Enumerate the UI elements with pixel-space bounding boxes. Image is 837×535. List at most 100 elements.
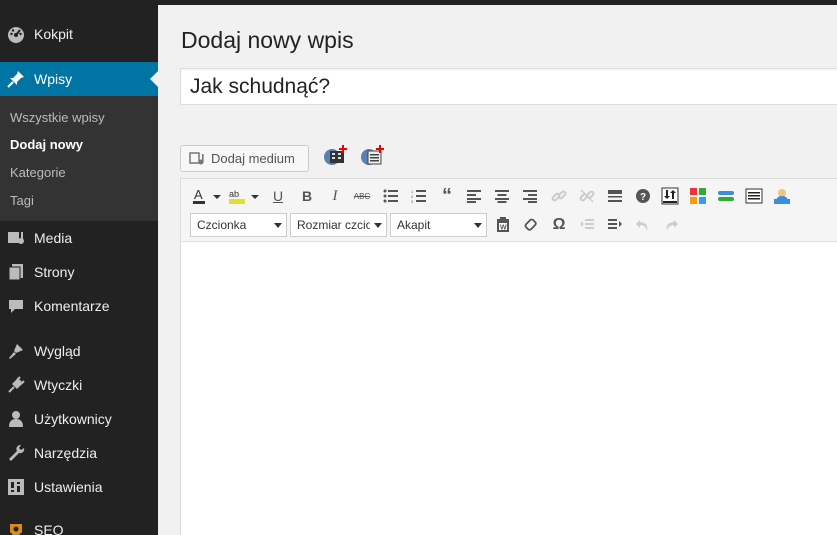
blockquote-icon: “: [442, 185, 452, 207]
highlight-icon: ab: [229, 189, 259, 204]
menu-item-posts[interactable]: Wpisy: [0, 62, 158, 96]
blockquote-button[interactable]: “: [437, 186, 457, 206]
menu-item-settings[interactable]: Ustawienia: [0, 470, 158, 504]
indent-button[interactable]: [605, 215, 625, 235]
post-editor: A ab U B I ABC 123 “ ? Czcionka Rozmiar …: [180, 178, 837, 535]
menu-label: Media: [34, 230, 73, 246]
menu-label: Kokpit: [34, 26, 73, 42]
bullet-list-button[interactable]: [381, 186, 401, 206]
appearance-icon: [7, 342, 25, 360]
svg-text:3: 3: [411, 199, 414, 203]
editor-content-area[interactable]: [181, 242, 837, 535]
text-color-button[interactable]: A: [191, 186, 223, 206]
playlist-icon: [359, 145, 385, 171]
align-left-icon: [467, 190, 481, 203]
chevron-down-icon: [274, 223, 282, 228]
add-media-button[interactable]: Dodaj medium: [180, 145, 309, 172]
clear-formatting-button[interactable]: [521, 215, 541, 235]
menu-label: Narzędzia: [34, 445, 98, 461]
menu-label: Wtyczki: [34, 377, 83, 393]
insert-link-button[interactable]: [549, 186, 569, 206]
font-family-select[interactable]: Czcionka: [190, 213, 287, 237]
read-more-button[interactable]: [605, 186, 625, 206]
menu-item-pages[interactable]: Strony: [0, 255, 158, 289]
paste-word-button[interactable]: W: [493, 215, 513, 235]
posts-submenu: Wszystkie wpisy Dodaj nowy Kategorie Tag…: [0, 96, 158, 221]
media-icon: [7, 229, 25, 247]
chevron-down-icon: [374, 223, 382, 228]
paste-word-icon: W: [497, 217, 509, 232]
menu-item-plugins[interactable]: Wtyczki: [0, 368, 158, 402]
menu-item-dashboard[interactable]: Kokpit: [0, 17, 158, 51]
redo-button[interactable]: [661, 215, 681, 235]
submenu-categories[interactable]: Kategorie: [10, 165, 66, 180]
align-right-button[interactable]: [520, 186, 540, 206]
page-break-button[interactable]: [660, 186, 680, 206]
help-icon: ?: [636, 189, 650, 203]
special-chars-button[interactable]: Ω: [549, 215, 569, 235]
svg-text:W: W: [500, 225, 507, 232]
pin-icon: [7, 70, 25, 88]
underline-icon: U: [272, 188, 284, 204]
numbered-list-button[interactable]: 123: [409, 186, 429, 206]
settings-icon: [7, 478, 25, 496]
menu-item-appearance[interactable]: Wygląd: [0, 334, 158, 368]
shortcodes-button[interactable]: [688, 186, 708, 206]
underline-button[interactable]: U: [268, 186, 288, 206]
align-center-icon: [495, 190, 509, 203]
strikethrough-button[interactable]: ABC: [352, 186, 372, 206]
menu-label: Wygląd: [34, 343, 81, 359]
menu-item-media[interactable]: Media: [0, 221, 158, 255]
svg-text:?: ?: [640, 192, 646, 203]
admin-sidebar: Kokpit Wpisy Wszystkie wpisy Dodaj nowy …: [0, 0, 158, 535]
users-icon: [7, 410, 25, 428]
tools-icon: [7, 444, 25, 462]
pages-icon: [7, 263, 25, 281]
bold-button[interactable]: B: [297, 186, 317, 206]
svg-text:ab: ab: [229, 189, 239, 199]
menu-item-comments[interactable]: Komentarze: [0, 289, 158, 323]
link-icon: [551, 190, 567, 202]
plugins-icon: [7, 376, 25, 394]
add-video-button[interactable]: [322, 145, 348, 167]
submenu-all-posts[interactable]: Wszystkie wpisy: [10, 110, 105, 125]
unlink-icon: [579, 189, 595, 203]
submenu-tags[interactable]: Tagi: [10, 193, 34, 208]
add-playlist-button[interactable]: [359, 145, 385, 167]
outdent-button[interactable]: [577, 215, 597, 235]
table-shortcode-button[interactable]: [744, 186, 764, 206]
eraser-icon: [524, 218, 537, 231]
italic-button[interactable]: I: [325, 186, 345, 206]
page-title: Dodaj nowy wpis: [181, 27, 354, 53]
button-shortcode-button[interactable]: [716, 186, 736, 206]
strikethrough-icon: ABC: [353, 191, 371, 201]
shortcodes-icon: [690, 188, 706, 204]
italic-icon: I: [332, 187, 338, 204]
table-icon: [745, 188, 763, 204]
highlight-color-button[interactable]: ab: [227, 186, 261, 206]
post-title-input[interactable]: [180, 68, 837, 105]
paragraph-format-select[interactable]: Akapit: [390, 213, 487, 237]
menu-label: Użytkownicy: [34, 411, 112, 427]
media-upload-icon: [189, 151, 205, 167]
help-button[interactable]: ?: [633, 186, 653, 206]
read-more-icon: [608, 190, 622, 202]
button-shortcode-icon: [718, 191, 734, 201]
undo-button[interactable]: [633, 215, 653, 235]
align-center-button[interactable]: [492, 186, 512, 206]
submenu-add-new[interactable]: Dodaj nowy: [10, 137, 83, 152]
video-gallery-icon: [322, 145, 348, 171]
menu-item-tools[interactable]: Narzędzia: [0, 436, 158, 470]
omega-icon: Ω: [552, 216, 566, 233]
unlink-button[interactable]: [577, 186, 597, 206]
outdent-icon: [580, 219, 594, 229]
align-left-button[interactable]: [464, 186, 484, 206]
align-right-icon: [523, 190, 537, 203]
dashboard-icon: [7, 25, 25, 43]
font-size-select[interactable]: Rozmiar czcionki: [290, 213, 387, 237]
menu-label: Wpisy: [34, 71, 73, 87]
menu-item-seo[interactable]: SEO: [0, 513, 158, 535]
user-shortcode-button[interactable]: [772, 186, 792, 206]
menu-item-users[interactable]: Użytkownicy: [0, 402, 158, 436]
text-color-icon: A: [193, 187, 221, 204]
